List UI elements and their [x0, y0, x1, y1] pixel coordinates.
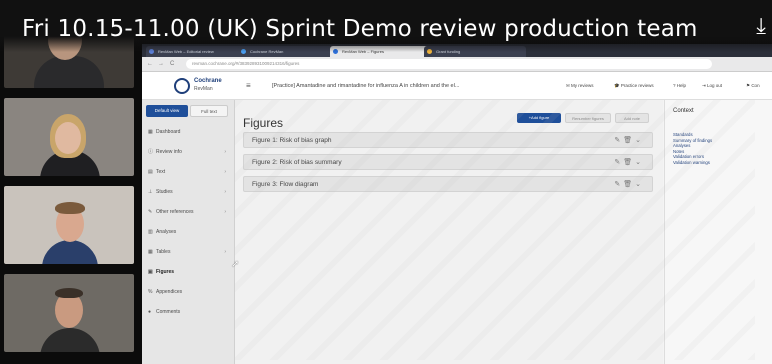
- view-toggle: Default view Full text: [146, 105, 228, 117]
- cochrane-logo-icon[interactable]: [174, 78, 190, 94]
- figure-actions-icon[interactable]: ✎🗑⌄: [614, 136, 644, 144]
- participant-tile-2: [4, 98, 134, 176]
- nav-practice-reviews[interactable]: 🎓 Practice reviews: [614, 83, 654, 89]
- video-title-bar: Fri 10.15-11.00 (UK) Sprint Demo review …: [0, 0, 772, 52]
- main-content: Figures +Add figure Renumber figures Add…: [235, 100, 663, 364]
- table-icon: ▦: [148, 249, 153, 255]
- image-icon: ▣: [148, 269, 153, 275]
- shared-screen-browser: RevMan Web – Editorial review Cochrane R…: [142, 44, 772, 364]
- context-panel: Context Standards Summary of findings An…: [664, 100, 772, 364]
- nav-help[interactable]: ? Help: [673, 83, 686, 88]
- studies-icon: ⊥: [148, 189, 153, 195]
- participant-strip: [0, 10, 140, 364]
- sidebar-item-tables[interactable]: ▦ Tables ›: [148, 246, 230, 258]
- chevron-right-icon: ›: [224, 189, 226, 195]
- mail-icon: ✉: [566, 83, 570, 88]
- chevron-right-icon: ›: [224, 149, 226, 155]
- nav-log-out[interactable]: ⇥ Log out: [702, 83, 722, 89]
- sidebar-item-figures[interactable]: ▣ Figures: [148, 266, 230, 278]
- dashboard-icon: ▦: [148, 129, 153, 135]
- figure-row-3[interactable]: Figure 3: Flow diagram ✎🗑⌄: [243, 176, 653, 192]
- sidebar-item-comments[interactable]: ● Comments: [148, 306, 230, 318]
- figure-label: Figure 1: Risk of bias graph: [252, 137, 332, 144]
- review-title: [Practice] Amantadine and rimantadine fo…: [272, 83, 460, 89]
- add-note-button[interactable]: Add note: [615, 113, 649, 123]
- sidebar-item-appendices[interactable]: % Appendices: [148, 286, 230, 298]
- sidebar-item-analyses[interactable]: ▥ Analyses: [148, 226, 230, 238]
- figure-row-1[interactable]: Figure 1: Risk of bias graph ✎🗑⌄: [243, 132, 653, 148]
- logo-name: Cochrane: [194, 78, 222, 84]
- reload-icon[interactable]: C: [170, 59, 174, 69]
- back-icon[interactable]: ←: [147, 59, 153, 69]
- video-title: Fri 10.15-11.00 (UK) Sprint Demo review …: [22, 16, 698, 42]
- mouse-cursor-icon: ➚: [231, 259, 240, 270]
- percent-icon: %: [148, 289, 153, 295]
- menu-icon[interactable]: ≡: [246, 81, 251, 90]
- flag-icon: ⚑: [746, 83, 751, 88]
- sidebar-item-text[interactable]: ▤ Text ›: [148, 166, 230, 178]
- help-icon: ?: [673, 83, 676, 88]
- nav-my-reviews[interactable]: ✉ My reviews: [566, 83, 594, 89]
- figure-actions-icon[interactable]: ✎🗑⌄: [614, 180, 644, 188]
- full-text-button[interactable]: Full text: [190, 105, 228, 117]
- context-links: Standards Summary of findings Analyses N…: [673, 132, 769, 165]
- logout-icon: ⇥: [702, 83, 706, 88]
- participant-tile-4: [4, 274, 134, 352]
- chevron-right-icon: ›: [224, 209, 226, 215]
- figure-actions-icon[interactable]: ✎🗑⌄: [614, 158, 644, 166]
- logo-sub: RevMan: [194, 86, 213, 92]
- participant-tile-3: [4, 186, 134, 264]
- analyses-icon: ▥: [148, 229, 153, 235]
- default-view-button[interactable]: Default view: [146, 105, 188, 117]
- sidebar-item-studies[interactable]: ⊥ Studies ›: [148, 186, 230, 198]
- figure-row-2[interactable]: Figure 2: Risk of bias summary ✎🗑⌄: [243, 154, 653, 170]
- figure-label: Figure 2: Risk of bias summary: [252, 159, 342, 166]
- sidebar-item-review-info[interactable]: ⓘ Review info ›: [148, 146, 230, 158]
- browser-address-bar: ← → C revman.cochrane.org/#/383928931009…: [142, 57, 772, 72]
- chevron-right-icon: ›: [224, 249, 226, 255]
- context-link-validation-warnings[interactable]: Validation warnings: [673, 160, 769, 166]
- nav-contact[interactable]: ⚑ Con: [746, 83, 760, 89]
- app-header: Cochrane RevMan ≡ [Practice] Amantadine …: [142, 72, 772, 100]
- page-title: Figures: [243, 116, 284, 130]
- sidebar: Default view Full text ▦ Dashboard ⓘ Revie…: [142, 100, 235, 364]
- sidebar-item-other-references[interactable]: ✎ Other references ›: [148, 206, 230, 218]
- figure-label: Figure 3: Flow diagram: [252, 181, 319, 188]
- renumber-figures-button[interactable]: Renumber figures: [565, 113, 611, 123]
- context-title: Context: [673, 108, 694, 114]
- download-icon[interactable]: ⤓: [756, 14, 766, 39]
- pencil-icon: ✎: [148, 209, 153, 215]
- url-input[interactable]: revman.cochrane.org/#/383928931009214316…: [186, 59, 712, 69]
- info-icon: ⓘ: [148, 149, 154, 155]
- chevron-right-icon: ›: [224, 169, 226, 175]
- text-icon: ▤: [148, 169, 153, 175]
- video-frame: RevMan Web – Editorial review Cochrane R…: [0, 0, 772, 364]
- graduation-icon: 🎓: [614, 83, 620, 88]
- sidebar-item-dashboard[interactable]: ▦ Dashboard: [148, 126, 230, 138]
- comment-icon: ●: [148, 309, 152, 315]
- add-figure-button[interactable]: +Add figure: [517, 113, 561, 123]
- forward-icon[interactable]: →: [158, 59, 164, 69]
